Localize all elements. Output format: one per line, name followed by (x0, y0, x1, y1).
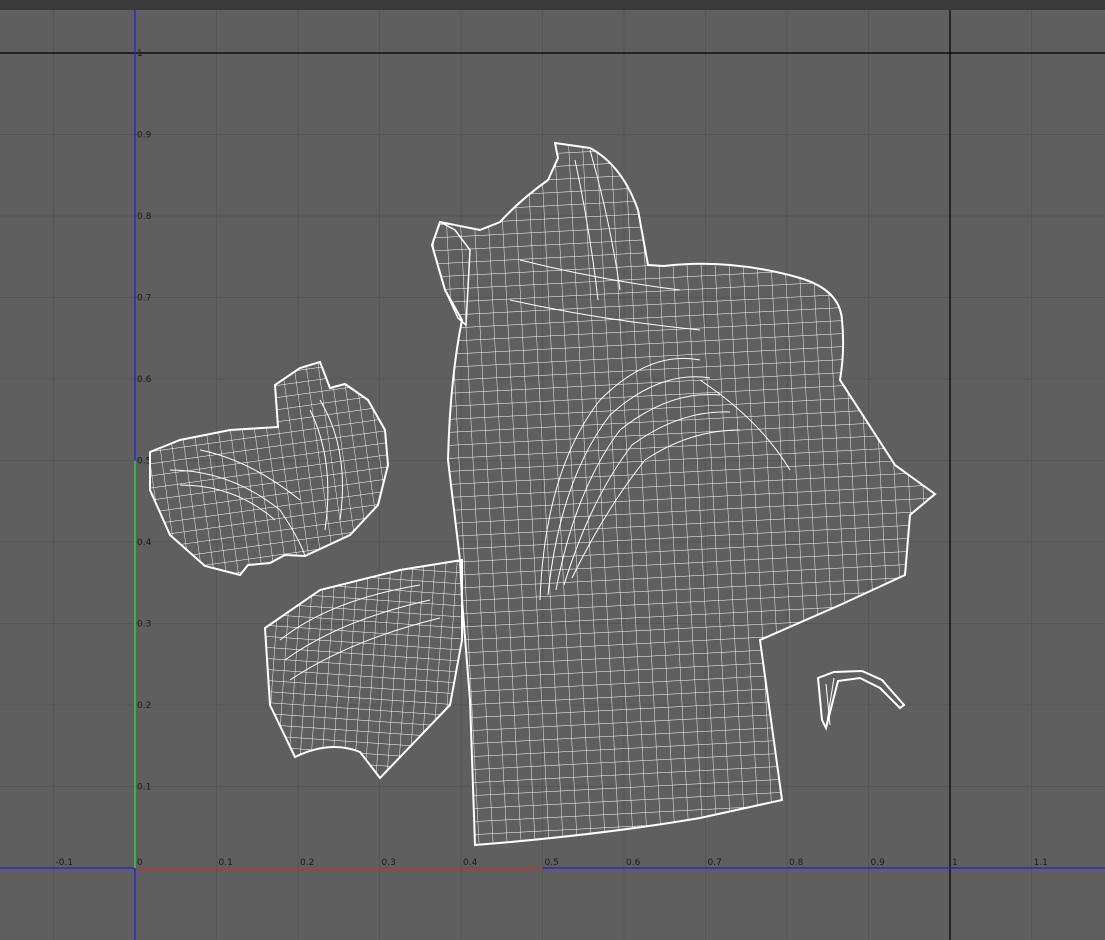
x-tick-label: 0.5 (545, 858, 559, 868)
y-tick-label: 0.9 (137, 131, 152, 141)
uv-canvas[interactable]: -0.1 0 0.1 0.2 0.3 0.4 0.5 0.6 0.7 0.8 0.9 1 1.1 0.1 0… (0, 0, 1105, 940)
y-tick-label: 0.2 (137, 701, 151, 711)
uv-viewport[interactable]: -0.1 0 0.1 0.2 0.3 0.4 0.5 0.6 0.7 0.8 0.9 1 1.1 0.1 0… (0, 0, 1105, 940)
x-tick-label: 0.3 (382, 858, 396, 868)
uv-island-ear[interactable] (149, 360, 390, 577)
y-tick-label: 0.7 (137, 294, 151, 304)
x-tick-label: -0.1 (56, 858, 74, 868)
y-tick-label: 0.1 (137, 783, 151, 793)
y-tick-label: 1 (137, 49, 143, 59)
x-tick-label: 0.9 (871, 858, 886, 868)
uv-island-shoulder[interactable] (263, 558, 463, 780)
y-tick-label: 0.6 (137, 375, 152, 385)
x-tick-label: 0.4 (463, 858, 478, 868)
uv-island-small-strip[interactable] (816, 669, 906, 731)
x-tick-label: 0.6 (626, 858, 641, 868)
x-tick-label: 0.8 (789, 858, 804, 868)
y-tick-label: 0.8 (137, 212, 152, 222)
y-tick-label: 0.3 (137, 620, 151, 630)
x-tick-label: 1.1 (1034, 858, 1048, 868)
x-tick-label: 0.2 (300, 858, 314, 868)
uv-island-head-neck[interactable] (430, 141, 937, 847)
x-tick-label: 0 (137, 858, 143, 868)
x-tick-label: 0.7 (708, 858, 722, 868)
y-tick-label: 0.4 (137, 538, 152, 548)
x-tick-label: 0.1 (219, 858, 233, 868)
x-tick-label: 1 (952, 858, 958, 868)
